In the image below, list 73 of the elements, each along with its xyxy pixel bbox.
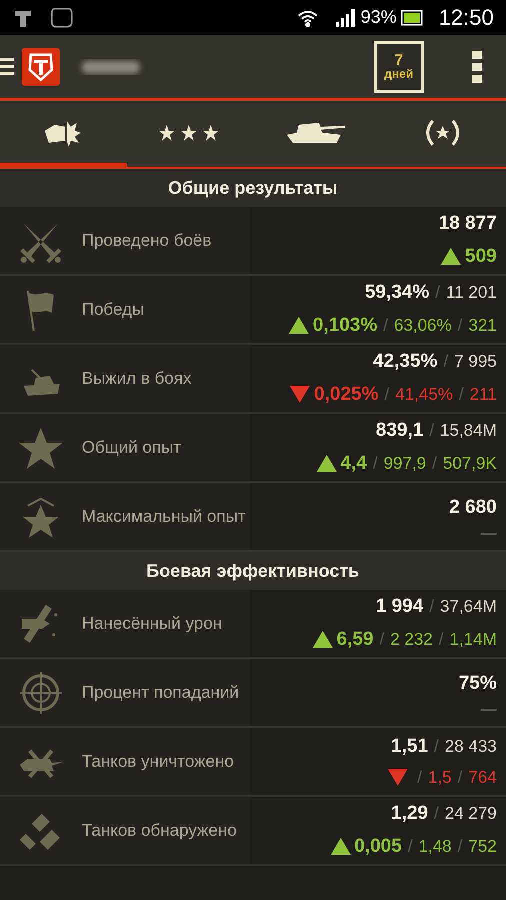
separator: / xyxy=(432,453,438,475)
stat-label: Победы xyxy=(82,298,144,321)
trend-value: 764 xyxy=(468,767,497,789)
stat-value: 839,1 xyxy=(376,419,424,443)
stat-value: 75% xyxy=(458,672,497,696)
trend-value: 752 xyxy=(468,836,497,858)
separator: / xyxy=(434,736,439,758)
separator: / xyxy=(458,767,463,789)
separator: / xyxy=(430,420,434,442)
section-title: Боевая эффективность xyxy=(146,560,360,583)
separator: / xyxy=(430,596,434,618)
trend-delta: 0,025% xyxy=(314,382,379,406)
stat-label: Общий опыт xyxy=(82,436,182,459)
separator: / xyxy=(418,767,422,789)
app-logo-icon xyxy=(22,48,60,86)
separator: / xyxy=(439,629,444,651)
stat-total: 37,64M xyxy=(440,596,497,618)
separator: / xyxy=(384,384,390,406)
battery-percent: 93% xyxy=(360,6,397,29)
stat-value: 1,51 xyxy=(391,734,428,758)
separator: / xyxy=(458,315,463,337)
stat-value: 1 994 xyxy=(376,595,424,619)
stat-value: 18 877 xyxy=(438,212,497,236)
chat-bubble-icon xyxy=(50,6,74,30)
stat-label: Танков уничтожено xyxy=(82,750,234,773)
trend-value: 211 xyxy=(470,384,497,406)
stat-label: Максимальный опыт xyxy=(82,506,246,528)
trend-delta: 509 xyxy=(465,244,497,268)
separator: / xyxy=(436,282,440,304)
calendar-unit: дней xyxy=(384,68,414,80)
stat-total: 24 279 xyxy=(445,803,497,825)
separator: / xyxy=(459,384,464,406)
stat-value: 1,29 xyxy=(391,802,428,826)
trend-value: 1,14M xyxy=(450,629,497,651)
trend-value: 1,48 xyxy=(418,836,452,858)
separator: / xyxy=(373,453,378,475)
section-title: Общие результаты xyxy=(168,176,338,200)
stat-label: Нанесённый урон xyxy=(82,612,222,635)
separator: / xyxy=(383,315,388,337)
trend-value: 63,06% xyxy=(394,315,452,337)
trend-value: 321 xyxy=(468,315,497,337)
stat-total: 7 995 xyxy=(454,351,497,373)
stat-value: 59,34% xyxy=(365,281,430,305)
trend-value: 1,5 xyxy=(428,767,452,789)
clock: 12:50 xyxy=(438,4,494,32)
trend-delta: 0,005 xyxy=(354,834,402,858)
stat-total: 11 201 xyxy=(446,282,497,304)
trend-delta: 6,59 xyxy=(336,628,374,652)
separator: / xyxy=(408,836,413,858)
calendar-number: 7 xyxy=(394,53,404,68)
signal-icon xyxy=(334,8,357,28)
stat-label: Процент попаданий xyxy=(82,682,240,704)
stat-value: 2 680 xyxy=(449,496,497,520)
separator: / xyxy=(444,351,448,373)
trend-delta: 0,103% xyxy=(313,314,378,338)
calendar-button[interactable]: 7 дней xyxy=(374,40,424,92)
overflow-menu-button[interactable] xyxy=(472,50,482,82)
stat-total: 28 433 xyxy=(445,736,497,758)
stat-label: Выжил в боях xyxy=(82,368,192,390)
battery-icon xyxy=(400,10,423,26)
trend-value: 507,9K xyxy=(443,453,497,475)
separator: / xyxy=(458,836,463,858)
trend-value: 41,45% xyxy=(395,384,454,406)
stat-label: Танков обнаружено xyxy=(82,820,237,842)
separator: / xyxy=(434,803,439,825)
trend-delta: 4,4 xyxy=(340,452,368,476)
menu-button[interactable] xyxy=(0,58,14,75)
stat-total: 15,84M xyxy=(440,420,497,442)
stat-label: Проведено боёв xyxy=(82,230,212,252)
trend-value: 2 232 xyxy=(390,629,434,651)
separator: / xyxy=(380,629,384,651)
stat-value: 42,35% xyxy=(373,350,438,374)
trend-value: 997,9 xyxy=(384,453,426,475)
